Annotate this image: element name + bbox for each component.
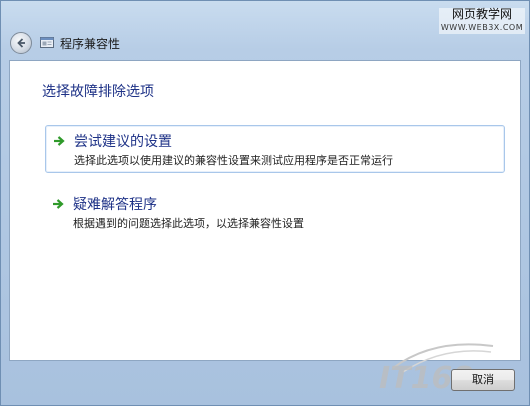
option-try-recommended-settings[interactable]: 尝试建议的设置 选择此选项以使用建议的兼容性设置来测试应用程序是否正常运行 [45, 125, 505, 173]
footer-bar [1, 361, 529, 405]
option-title: 疑难解答程序 [73, 197, 157, 213]
compatibility-app-icon [40, 37, 54, 48]
watermark-top: 网页教学网 WWW.WEB3X.COM [439, 8, 525, 34]
option-description: 选择此选项以使用建议的兼容性设置来测试应用程序是否正常运行 [74, 154, 393, 167]
back-button[interactable] [10, 32, 32, 54]
page-heading: 选择故障排除选项 [42, 84, 154, 100]
title-bar: 程序兼容性 网页教学网 WWW.WEB3X.COM [1, 1, 529, 59]
green-arrow-icon [53, 199, 64, 209]
option-description: 根据遇到的问题选择此选项，以选择兼容性设置 [73, 217, 304, 230]
back-arrow-icon [17, 38, 25, 48]
content-pane: 选择故障排除选项 尝试建议的设置 选择此选项以使用建议的兼容性设置来测试应用程序… [9, 60, 521, 361]
window-title: 程序兼容性 [60, 37, 121, 51]
option-troubleshoot-program[interactable]: 疑难解答程序 根据遇到的问题选择此选项，以选择兼容性设置 [45, 189, 505, 237]
option-title: 尝试建议的设置 [74, 134, 172, 150]
green-arrow-icon [54, 136, 65, 146]
program-compatibility-window: 程序兼容性 网页教学网 WWW.WEB3X.COM 选择故障排除选项 尝试建议的… [0, 0, 530, 406]
cancel-button[interactable]: 取消 [451, 369, 515, 391]
watermark-top-main: 网页教学网 [451, 7, 512, 21]
watermark-top-url: WWW.WEB3X.COM [440, 23, 524, 32]
